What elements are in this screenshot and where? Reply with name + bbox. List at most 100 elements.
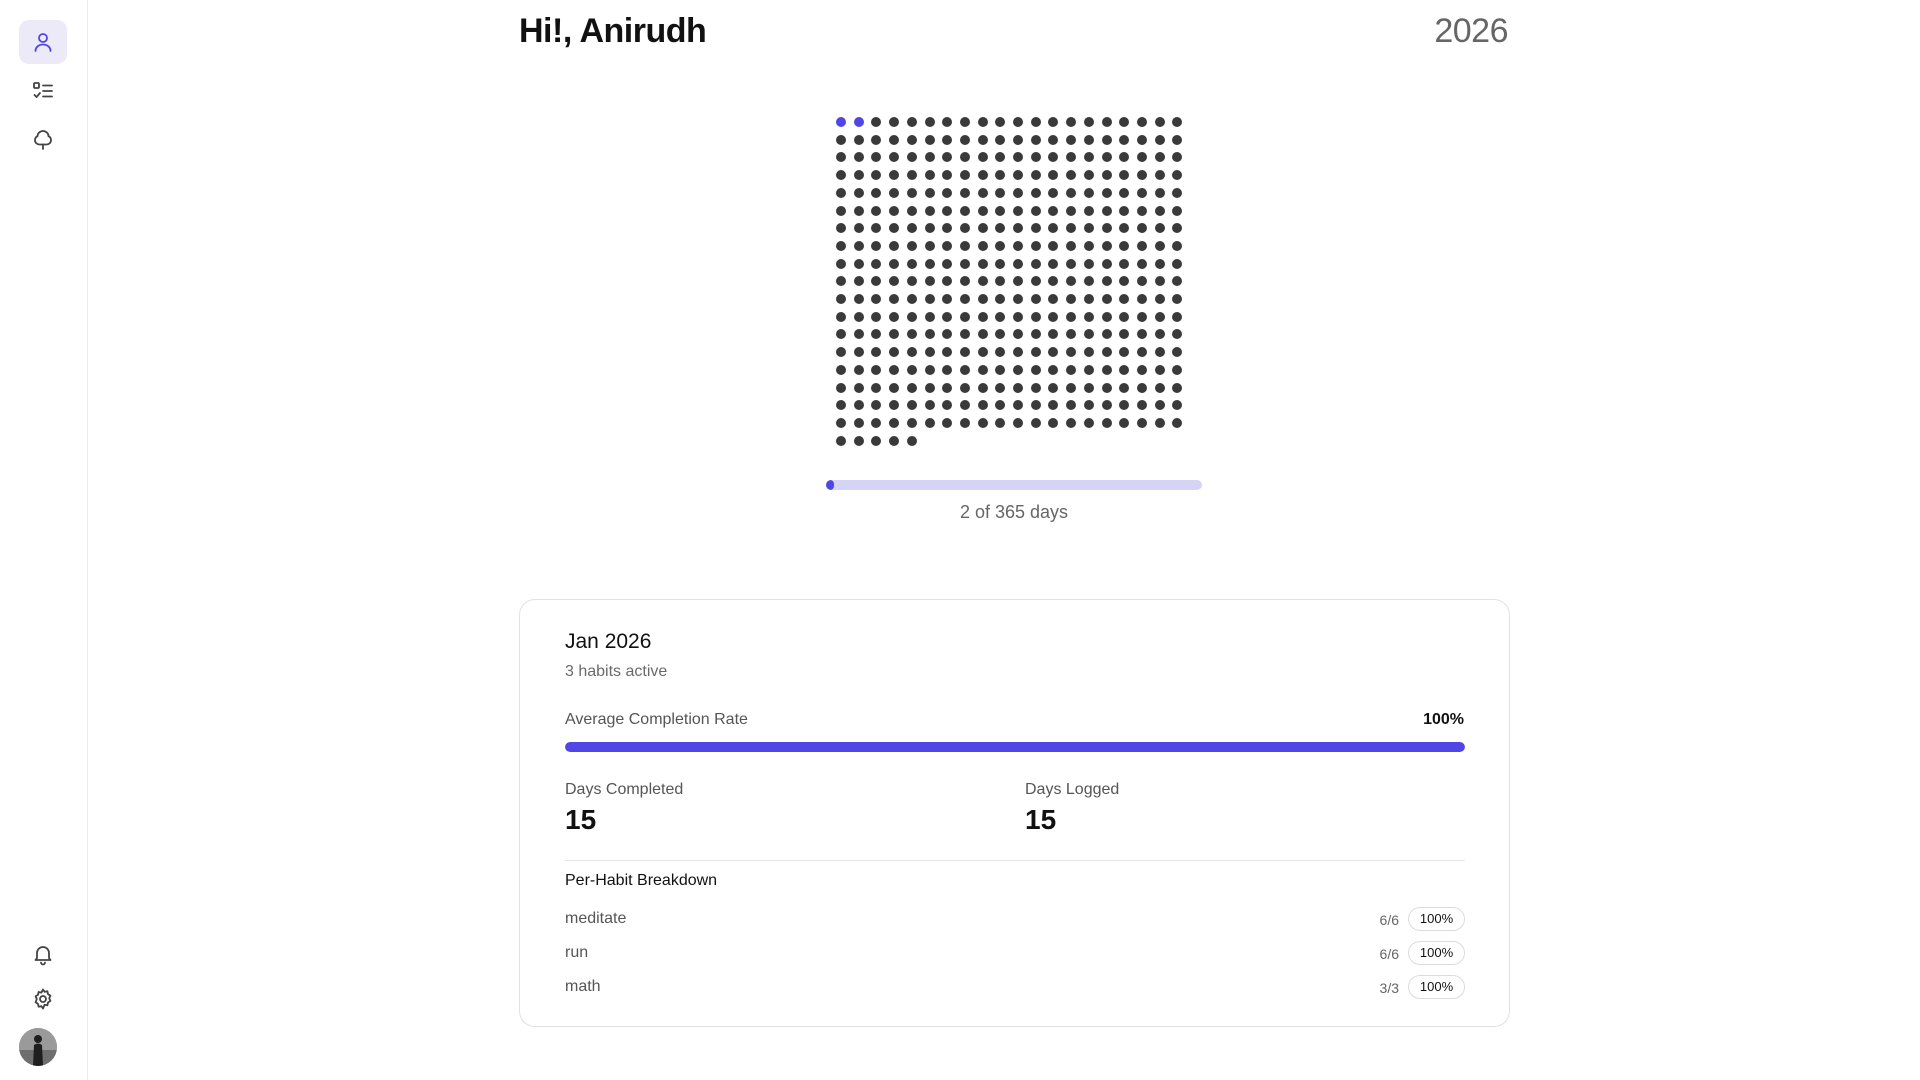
day-dot xyxy=(836,170,846,181)
day-dot xyxy=(871,435,882,446)
day-dot xyxy=(1066,417,1077,428)
day-dot xyxy=(1013,347,1023,358)
day-dot xyxy=(1119,205,1130,216)
habit-percent-badge: 100% xyxy=(1408,941,1465,965)
day-dot xyxy=(1066,294,1077,304)
day-dot xyxy=(1154,276,1165,287)
nav-growth-button[interactable] xyxy=(19,118,67,162)
day-dot xyxy=(1066,347,1077,358)
day-dot xyxy=(1083,329,1094,340)
day-dot xyxy=(924,134,935,145)
day-dot xyxy=(1136,364,1147,375)
day-dot xyxy=(959,400,970,411)
page-title: Hi!, Anirudh xyxy=(519,12,707,50)
day-dot xyxy=(1083,152,1094,163)
day-dot xyxy=(1154,258,1165,269)
day-dot xyxy=(889,347,900,358)
day-dot xyxy=(1013,276,1023,287)
day-dot xyxy=(924,276,935,287)
day-dot xyxy=(924,223,935,234)
day-dot xyxy=(1136,329,1147,340)
day-dot xyxy=(1030,258,1041,269)
day-dot xyxy=(942,258,953,269)
notifications-button[interactable] xyxy=(19,932,67,976)
year-progress-label: 2 of 365 days xyxy=(959,502,1069,522)
habit-row: run 6/6 100% xyxy=(565,941,1465,967)
month-summary-card: Jan 2026 3 habits active Average Complet… xyxy=(519,599,1510,1027)
day-dot xyxy=(1101,311,1112,322)
day-dot xyxy=(959,347,970,358)
day-dot xyxy=(889,205,900,216)
days-completed-value: 15 xyxy=(565,804,597,835)
settings-button[interactable] xyxy=(19,977,67,1021)
day-dot xyxy=(1030,382,1041,393)
day-dot xyxy=(977,382,988,393)
day-dot xyxy=(942,223,953,234)
day-dot xyxy=(959,417,970,428)
day-dot xyxy=(906,382,917,393)
day-dot xyxy=(924,400,935,411)
day-dot xyxy=(1136,258,1147,269)
day-dot xyxy=(1172,364,1183,375)
day-dot xyxy=(853,347,864,358)
day-dot xyxy=(906,417,917,428)
day-dot xyxy=(977,347,988,358)
day-dot xyxy=(1048,223,1059,234)
day-dot xyxy=(1013,382,1023,393)
day-dot xyxy=(889,258,900,269)
day-dot xyxy=(1030,134,1041,145)
day-dot xyxy=(1013,223,1023,234)
day-dot xyxy=(995,240,1006,251)
day-dot xyxy=(1119,240,1130,251)
day-dot xyxy=(1013,417,1023,428)
day-dot xyxy=(889,276,900,287)
habit-name: math xyxy=(565,978,601,995)
day-dot xyxy=(871,152,882,163)
day-dot xyxy=(1030,417,1041,428)
user-icon xyxy=(34,33,52,52)
year-label: 2026 xyxy=(1434,12,1508,50)
nav-profile-button[interactable] xyxy=(19,20,67,64)
day-dot xyxy=(871,276,882,287)
day-dot xyxy=(906,311,917,322)
days-completed-label: Days Completed xyxy=(565,781,684,798)
day-dot xyxy=(1048,152,1059,163)
day-dot xyxy=(995,187,1006,198)
day-dot xyxy=(1030,240,1041,251)
day-dot xyxy=(906,347,917,358)
day-dot xyxy=(906,187,917,198)
avatar-image xyxy=(19,1028,57,1066)
day-dot xyxy=(1136,134,1147,145)
day-dot xyxy=(836,364,846,375)
day-dot xyxy=(871,417,882,428)
day-dot xyxy=(924,240,935,251)
day-dot xyxy=(1048,329,1059,340)
nav-habits-button[interactable] xyxy=(19,69,67,113)
day-dot xyxy=(1154,187,1165,198)
avatar[interactable] xyxy=(19,1028,57,1066)
day-dot xyxy=(1172,417,1183,428)
day-dot xyxy=(906,170,917,181)
day-dot xyxy=(871,400,882,411)
habit-count: 6/6 xyxy=(1379,946,1399,962)
day-dot xyxy=(871,347,882,358)
day-dot xyxy=(836,152,846,163)
day-dot xyxy=(1013,311,1023,322)
day-dot xyxy=(995,134,1006,145)
day-dot xyxy=(1136,417,1147,428)
day-dot xyxy=(1013,170,1023,181)
day-dot xyxy=(1066,311,1077,322)
day-dot xyxy=(977,134,988,145)
day-dot xyxy=(959,117,970,127)
day-dot xyxy=(871,134,882,145)
day-dot xyxy=(1136,294,1147,304)
day-dot xyxy=(959,170,970,181)
day-dot xyxy=(1048,170,1059,181)
day-dot xyxy=(1154,417,1165,428)
day-dot xyxy=(1172,223,1183,234)
divider xyxy=(565,860,1465,861)
day-dot xyxy=(1154,117,1165,127)
day-dot xyxy=(1154,152,1165,163)
day-dot xyxy=(1172,329,1183,340)
day-dot xyxy=(1119,134,1130,145)
